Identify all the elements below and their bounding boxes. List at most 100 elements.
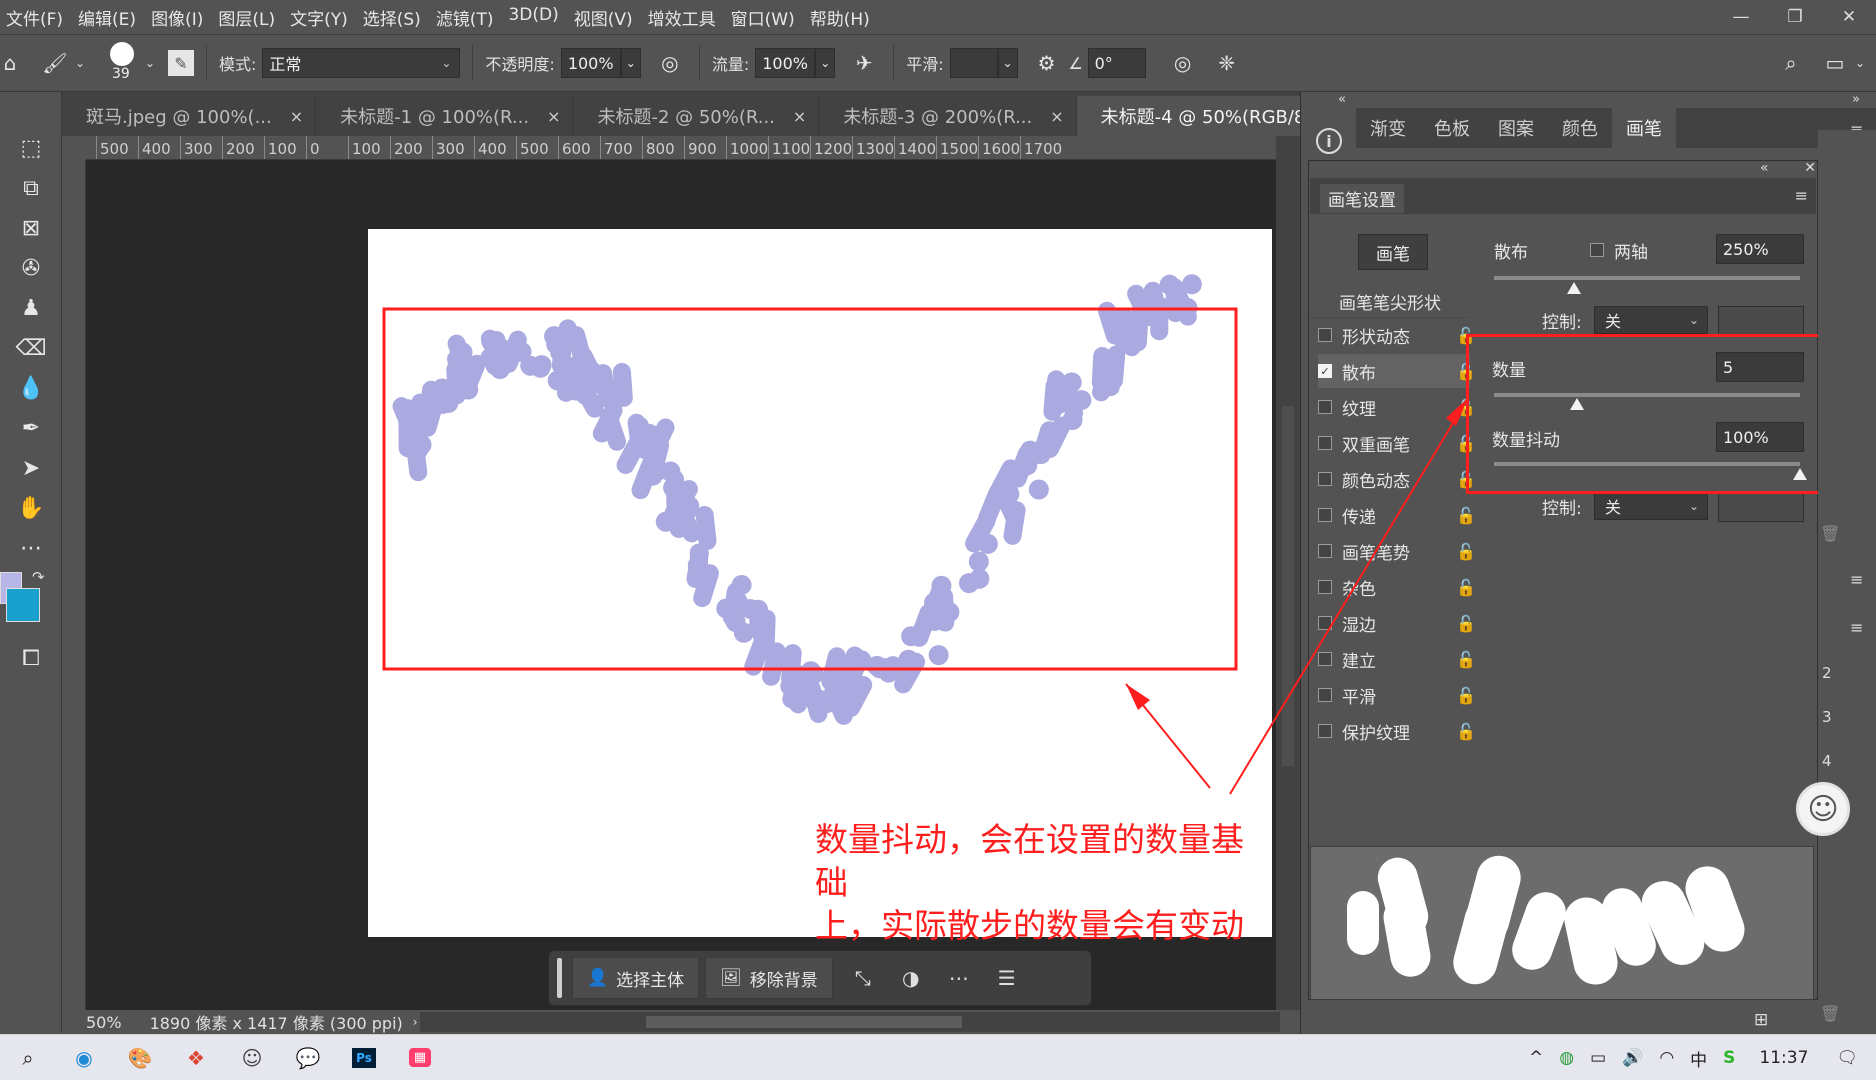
brush-option-row[interactable]: 杂色 🔓	[1318, 570, 1476, 604]
brush-settings-title[interactable]: 画笔设置	[1320, 184, 1404, 213]
path-select-tool-icon[interactable]: ➤	[0, 448, 62, 488]
search-icon[interactable]: ⌕	[1774, 46, 1808, 80]
menu-item[interactable]: 视图(V)	[574, 5, 642, 30]
both-axes-checkbox[interactable]	[1590, 243, 1604, 257]
brush-option-row[interactable]: 画笔笔势 🔓	[1318, 534, 1476, 568]
more-options-icon[interactable]: ⋯	[935, 957, 983, 999]
brush-option-row[interactable]: ✓ 散布 🔓	[1318, 354, 1476, 388]
brush-option-row[interactable]: 纹理 🔓	[1318, 390, 1476, 424]
panel-menu-icon[interactable]: ≡	[1850, 570, 1863, 589]
option-checkbox[interactable]	[1318, 472, 1332, 486]
close-tab-icon[interactable]: ×	[547, 107, 560, 126]
chevron-down-icon[interactable]: ⌄	[72, 46, 88, 80]
option-checkbox[interactable]	[1318, 436, 1332, 450]
panel-tab[interactable]: 颜色	[1548, 115, 1612, 141]
trash-icon[interactable]: 🗑	[1820, 524, 1840, 543]
transform-icon[interactable]: ⤡	[839, 957, 887, 999]
chevron-down-icon[interactable]: ⌄	[142, 46, 158, 80]
marquee-tool-icon[interactable]: ⬚	[0, 128, 62, 168]
blur-tool-icon[interactable]: 💧	[0, 368, 62, 408]
color-swatches[interactable]: ↷	[0, 568, 62, 638]
option-checkbox[interactable]	[1318, 328, 1332, 342]
photos-icon[interactable]: ❖	[168, 1035, 224, 1080]
menu-item[interactable]: 图层(L)	[218, 5, 284, 30]
menu-item[interactable]: 滤镜(T)	[436, 5, 503, 30]
scatter-input[interactable]: 250%	[1716, 234, 1804, 264]
flow-input[interactable]: 100%	[755, 48, 816, 78]
control-select[interactable]: 关 ⌄	[1594, 306, 1708, 334]
document-tab[interactable]: 斑马.jpeg @ 100%(... ×	[62, 96, 317, 136]
menu-item[interactable]: 增效工具	[648, 5, 725, 30]
assistant-avatar[interactable]: ☺	[1796, 782, 1850, 836]
wechat-icon[interactable]: 💬	[280, 1035, 336, 1080]
lock-icon[interactable]: 🔓	[1456, 686, 1476, 705]
menu-item[interactable]: 文字(Y)	[290, 5, 357, 30]
volume-icon[interactable]: 🔊	[1622, 1048, 1643, 1068]
airbrush-icon[interactable]: ✈	[847, 46, 881, 80]
option-checkbox[interactable]	[1318, 400, 1332, 414]
drag-handle[interactable]	[557, 958, 562, 998]
adjustment-icon[interactable]: ◑	[887, 957, 935, 999]
select-subject-button[interactable]: 👤 选择主体	[572, 957, 700, 999]
panel-tab[interactable]: 画笔	[1612, 108, 1676, 148]
pressure-opacity-icon[interactable]: ◎	[653, 46, 687, 80]
option-checkbox[interactable]	[1318, 544, 1332, 558]
option-checkbox[interactable]: ✓	[1318, 364, 1332, 378]
brush-option-row[interactable]: 颜色动态 🔓	[1318, 462, 1476, 496]
brush-option-row[interactable]: 传递 🔓	[1318, 498, 1476, 532]
brush-option-row[interactable]: 双重画笔 🔓	[1318, 426, 1476, 460]
gear-icon[interactable]: ⚙	[1030, 46, 1064, 80]
hand-tool-icon[interactable]: ✋	[0, 488, 62, 528]
brushes-button[interactable]: 画笔	[1358, 234, 1428, 270]
smooth-input[interactable]	[949, 48, 998, 78]
menu-item[interactable]: 图像(I)	[151, 5, 212, 30]
notification-icon[interactable]: 🗨	[1836, 1048, 1858, 1068]
scroll-thumb[interactable]	[646, 1016, 962, 1028]
symmetry-butterfly-icon[interactable]: ❈	[1210, 46, 1244, 80]
horizontal-scrollbar[interactable]	[420, 1012, 1280, 1032]
vertical-scrollbar[interactable]	[1276, 136, 1300, 1010]
option-checkbox[interactable]	[1318, 580, 1332, 594]
brush-option-row[interactable]: 平滑 🔓	[1318, 678, 1476, 712]
pressure-size-icon[interactable]: ◎	[1166, 46, 1200, 80]
minimize-button[interactable]: —	[1714, 0, 1768, 34]
brush-tip-shape-item[interactable]: 画笔笔尖形状	[1310, 286, 1470, 318]
search-icon[interactable]: ⌕	[0, 1035, 56, 1080]
home-icon[interactable]: ⌂	[0, 46, 20, 80]
close-tab-icon[interactable]: ×	[1050, 107, 1063, 126]
wifi-icon[interactable]: ◠	[1659, 1048, 1674, 1068]
lock-icon[interactable]: 🔓	[1456, 542, 1476, 561]
background-color-swatch[interactable]	[6, 588, 40, 622]
lock-icon[interactable]: 🔓	[1456, 506, 1476, 525]
battery-icon[interactable]: ▭	[1590, 1048, 1606, 1068]
stamp-tool-icon[interactable]: ♟	[0, 288, 62, 328]
zoom-level[interactable]: 50%	[86, 1013, 122, 1032]
brush-settings-toggle-icon[interactable]: ✎	[168, 50, 194, 76]
chevron-right-icon[interactable]: ›	[413, 1015, 418, 1029]
pen-tool-icon[interactable]: ✒	[0, 408, 62, 448]
menu-item[interactable]: 选择(S)	[363, 5, 430, 30]
smooth-dropdown[interactable]: ⌄	[997, 48, 1018, 78]
panel-tab[interactable]: 色板	[1420, 115, 1484, 141]
scroll-thumb[interactable]	[1282, 406, 1294, 766]
lock-icon[interactable]: 🔓	[1456, 614, 1476, 633]
option-checkbox[interactable]	[1318, 508, 1332, 522]
collapse-icon[interactable]: «	[1760, 160, 1769, 178]
document-tab[interactable]: 未标题-3 @ 200%(R... ×	[819, 96, 1077, 136]
opacity-input[interactable]: 100%	[560, 48, 621, 78]
remove-background-button[interactable]: 🖼 移除背景	[705, 957, 833, 999]
swap-colors-icon[interactable]: ↷	[32, 568, 45, 586]
screen-mode-icon[interactable]: ⧠	[0, 638, 62, 678]
sogou-icon[interactable]: S	[1723, 1048, 1735, 1068]
trash-icon[interactable]: 🗑	[1820, 1004, 1840, 1023]
menu-item[interactable]: 窗口(W)	[731, 5, 804, 30]
brush-option-row[interactable]: 形状动态 🔓	[1318, 318, 1476, 352]
info-icon[interactable]: i	[1316, 128, 1342, 154]
menu-item[interactable]: 3D(D)	[508, 5, 567, 30]
edge-browser-icon[interactable]: ◉	[56, 1035, 112, 1080]
control2-select[interactable]: 关 ⌄	[1594, 492, 1708, 520]
frame-tool-icon[interactable]: ⊠	[0, 208, 62, 248]
object-select-tool-icon[interactable]: ⧉	[0, 168, 62, 208]
menu-item[interactable]: 文件(F)	[6, 5, 72, 30]
sliders-icon[interactable]: ☰	[983, 957, 1031, 999]
